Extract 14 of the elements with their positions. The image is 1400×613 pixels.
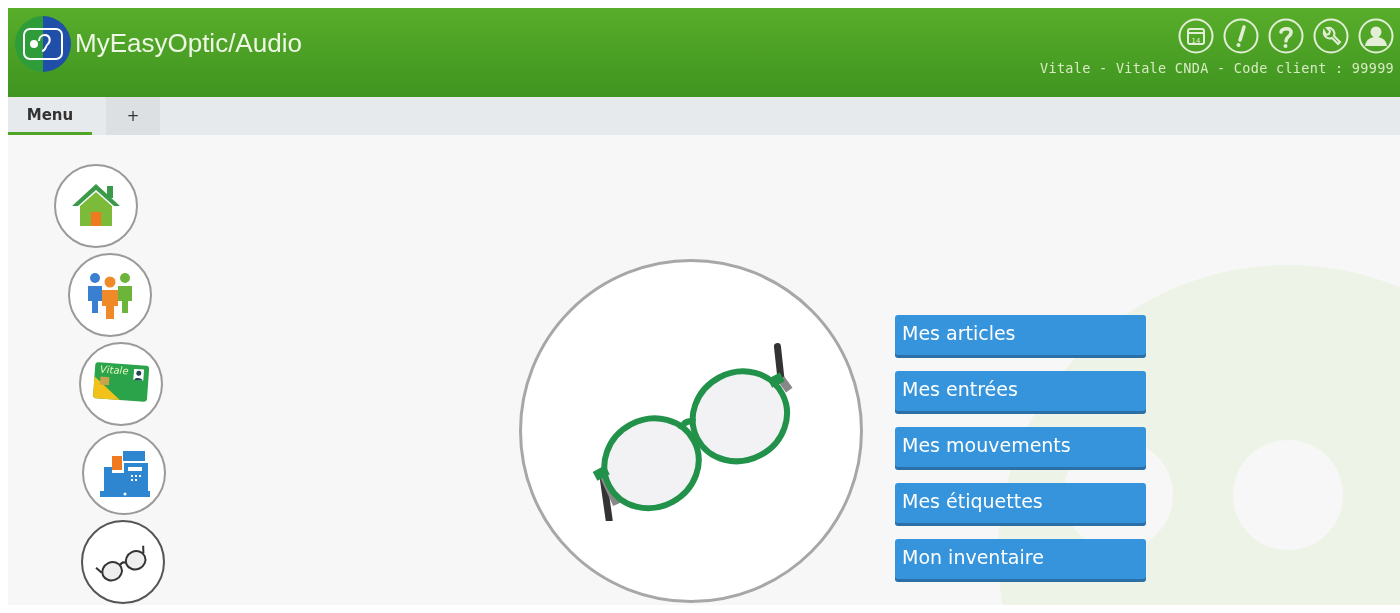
client-info: Vitale - Vitale CNDA - Code client : 99999 (1040, 60, 1394, 76)
sidebar-item[interactable]: Vitale (79, 342, 163, 426)
menu-button[interactable]: Mes mouvements (895, 427, 1146, 467)
menu-button[interactable]: Mes étiquettes (895, 483, 1146, 523)
app-title: MyEasyOptic/Audio (75, 28, 302, 59)
wrench-icon[interactable] (1313, 18, 1349, 54)
user-icon[interactable] (1358, 18, 1394, 54)
app-logo (15, 15, 71, 72)
tab[interactable]: + (106, 97, 160, 135)
exclamation-icon[interactable] (1223, 18, 1259, 54)
menu-button[interactable]: Mes entrées (895, 371, 1146, 411)
menu-button[interactable]: Mon inventaire (895, 539, 1146, 579)
menu-button[interactable]: Mes articles (895, 315, 1146, 355)
help-icon[interactable] (1268, 18, 1304, 54)
